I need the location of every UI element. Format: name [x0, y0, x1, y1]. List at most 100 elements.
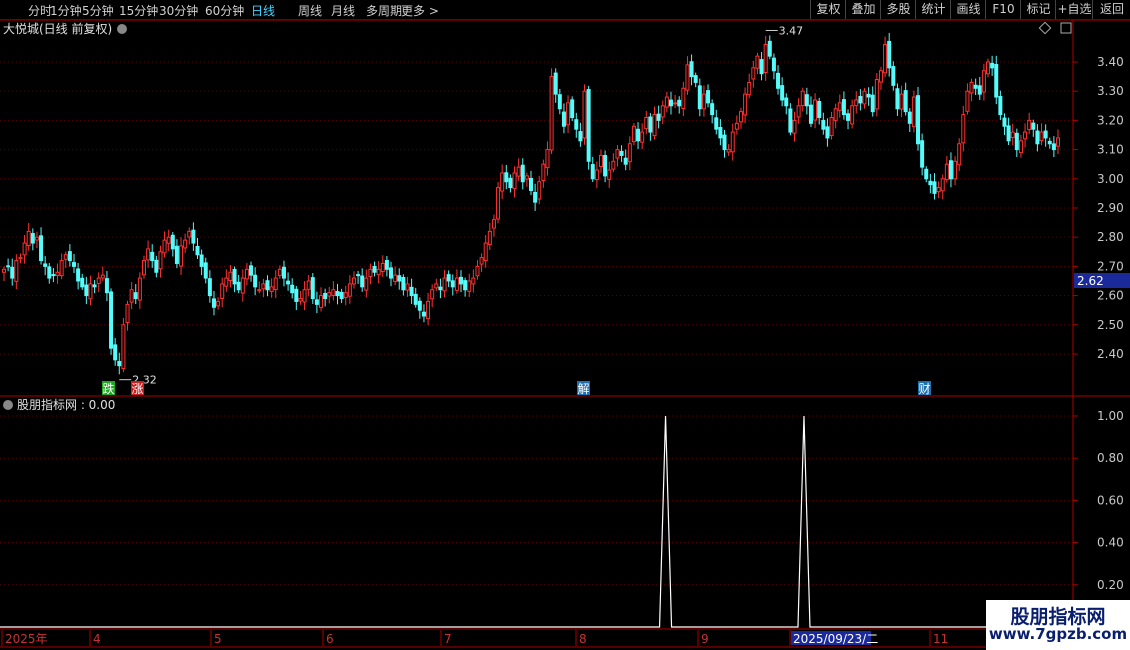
- candle-body-182: [751, 67, 756, 80]
- candle-body-199: [821, 119, 826, 130]
- candle-body-126: [520, 164, 525, 183]
- candle-body-178: [734, 122, 739, 130]
- candle-body-141: [582, 90, 587, 139]
- candle-body-11: [47, 266, 52, 279]
- candle-body-155: [640, 131, 645, 143]
- candle-body-236: [973, 84, 978, 89]
- candle-body-96: [397, 275, 402, 282]
- panel-toggle-icon[interactable]: [1060, 22, 1072, 34]
- candle-body-31: [129, 289, 134, 303]
- candle-body-92: [380, 262, 385, 273]
- current-price-label: 2.62: [1077, 274, 1104, 288]
- candle-body-193: [796, 105, 801, 118]
- candle-body-223: [920, 140, 925, 168]
- candle-body-3: [14, 260, 19, 282]
- candle-body-220: [907, 111, 912, 124]
- candle-body-28: [117, 360, 122, 367]
- candle-body-173: [714, 117, 719, 130]
- candle-body-232: [957, 143, 962, 166]
- candle-body-127: [524, 175, 529, 180]
- title-dropdown-icon[interactable]: [117, 24, 127, 34]
- candle-body-60: [249, 265, 254, 276]
- candle-body-174: [718, 127, 723, 139]
- candle-body-118: [487, 230, 492, 246]
- candle-body-94: [389, 267, 394, 279]
- candle-body-219: [903, 90, 908, 113]
- candle-body-115: [475, 265, 480, 277]
- candle-body-226: [932, 181, 937, 194]
- candle-body-52: [216, 300, 221, 307]
- candle-body-216: [891, 66, 896, 86]
- grid-lines: [0, 61, 1073, 586]
- candle-body-68: [281, 266, 286, 279]
- candle-body-113: [467, 280, 472, 292]
- main-tick-label-4: 3.00: [1097, 172, 1124, 186]
- indicator-title: 股朋指标网 : 0.00: [17, 397, 115, 412]
- candle-body-23: [96, 277, 101, 284]
- candle-body-224: [924, 168, 929, 180]
- candle-body-187: [771, 57, 776, 72]
- candle-body-124: [512, 172, 517, 190]
- candle-body-100: [413, 293, 418, 305]
- candle-body-53: [220, 283, 225, 299]
- candle-body-192: [792, 119, 797, 134]
- candle-body-138: [570, 99, 575, 118]
- candle-body-9: [39, 235, 44, 262]
- candle-body-189: [780, 85, 785, 101]
- candle-body-209: [862, 90, 867, 105]
- candle-body-165: [681, 87, 686, 110]
- candles: [2, 32, 1060, 375]
- candle-body-170: [701, 93, 706, 110]
- candle-body-251: [1035, 130, 1040, 145]
- watermark-url: www.7gpzb.com: [988, 625, 1128, 643]
- candle-body-90: [372, 265, 377, 273]
- candle-body-191: [788, 108, 793, 133]
- candle-body-153: [631, 125, 636, 143]
- indicator-dropdown-icon[interactable]: [3, 400, 13, 410]
- candle-body-37: [154, 259, 159, 273]
- candle-body-98: [405, 283, 410, 291]
- candle-body-80: [331, 289, 336, 296]
- candle-body-136: [561, 111, 566, 127]
- candle-body-85: [351, 277, 356, 285]
- candle-body-77: [319, 295, 324, 308]
- candle-body-240: [990, 62, 995, 69]
- candle-body-101: [417, 300, 422, 311]
- candle-body-43: [179, 245, 184, 267]
- ind-tick-label-2: 0.60: [1097, 493, 1124, 507]
- candle-body-4: [18, 257, 23, 260]
- candle-body-154: [636, 128, 641, 142]
- candle-body-62: [257, 289, 262, 292]
- candle-body-57: [236, 281, 241, 291]
- candle-body-221: [911, 96, 916, 128]
- candle-body-190: [784, 97, 789, 107]
- candle-body-122: [504, 172, 509, 183]
- main-title: 大悦城(日线 前复权): [3, 21, 112, 36]
- signal-label-2: 解: [578, 382, 590, 396]
- diamond-icon[interactable]: [1038, 21, 1052, 35]
- candle-body-76: [314, 299, 319, 305]
- candle-body-250: [1031, 122, 1036, 130]
- candle-body-30: [125, 303, 130, 323]
- candle-body-180: [743, 93, 748, 116]
- candle-body-169: [697, 85, 702, 110]
- candle-body-59: [244, 268, 249, 280]
- candle-body-72: [298, 298, 303, 302]
- x-label-8: 11: [933, 632, 948, 646]
- candle-body-148: [611, 160, 616, 170]
- candle-body-175: [722, 134, 727, 151]
- candle-body-86: [356, 274, 361, 277]
- candle-body-83: [343, 292, 348, 299]
- candle-body-120: [496, 187, 501, 220]
- x-label-2: 5: [214, 632, 222, 646]
- candle-body-167: [689, 61, 694, 78]
- candle-body-133: [549, 76, 554, 151]
- candle-body-144: [594, 169, 599, 181]
- main-tick-label-3: 3.10: [1097, 143, 1124, 157]
- candle-body-82: [339, 291, 344, 300]
- candle-body-56: [232, 268, 237, 285]
- x-label-4: 7: [444, 632, 452, 646]
- candle-body-207: [854, 99, 859, 107]
- candle-body-152: [627, 143, 632, 163]
- candle-body-119: [491, 219, 496, 229]
